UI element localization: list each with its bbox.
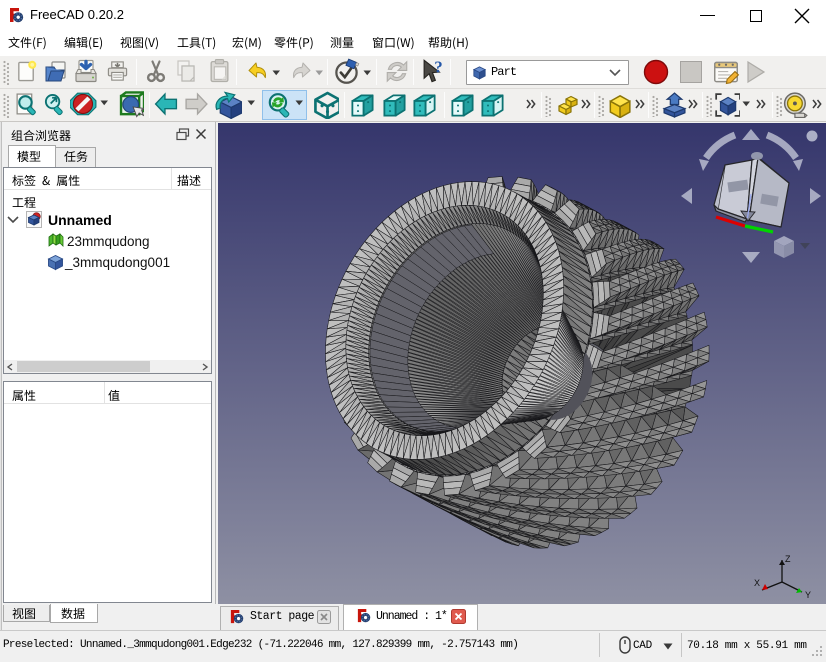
- svg-text:Z: Z: [785, 554, 791, 564]
- svg-text:Y: Y: [805, 590, 811, 600]
- svg-text:?: ?: [434, 58, 442, 77]
- svg-text:X: X: [754, 578, 760, 588]
